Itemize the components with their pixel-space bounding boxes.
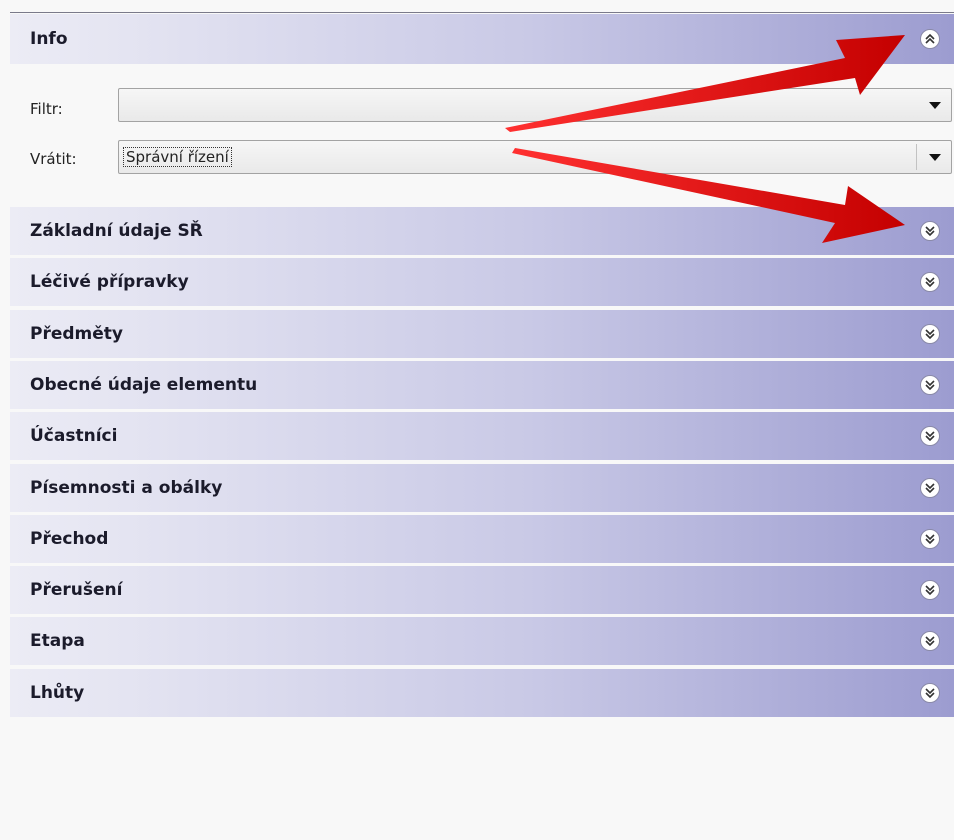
section-header[interactable]: Lhůty xyxy=(10,669,954,717)
info-section-header[interactable]: Info xyxy=(10,14,954,64)
section-title: Přechod xyxy=(30,529,109,549)
chevron-down-double-icon[interactable] xyxy=(920,272,940,292)
section-header[interactable]: Účastníci xyxy=(10,412,954,460)
section-title: Písemnosti a obálky xyxy=(30,478,223,498)
section-title: Účastníci xyxy=(30,426,118,446)
chevron-down-double-icon[interactable] xyxy=(920,529,940,549)
return-dropdown[interactable]: Správní řízení xyxy=(118,140,952,174)
section-header[interactable]: Základní údaje SŘ xyxy=(10,207,954,255)
section-title: Etapa xyxy=(30,631,85,651)
section-header[interactable]: Přerušení xyxy=(10,566,954,614)
section-header[interactable]: Etapa xyxy=(10,617,954,665)
panel-top-border xyxy=(10,12,954,13)
section-header[interactable]: Přechod xyxy=(10,515,954,563)
return-value: Správní řízení xyxy=(123,147,232,167)
chevron-down-double-icon[interactable] xyxy=(920,478,940,498)
chevron-down-double-icon[interactable] xyxy=(920,580,940,600)
section-header[interactable]: Písemnosti a obálky xyxy=(10,464,954,512)
section-title: Přerušení xyxy=(30,580,123,600)
section-header[interactable]: Předměty xyxy=(10,310,954,358)
filter-label: Filtr: xyxy=(30,100,63,118)
info-section-title: Info xyxy=(30,29,68,49)
section-title: Lhůty xyxy=(30,683,85,703)
chevron-down-double-icon[interactable] xyxy=(920,683,940,703)
section-header[interactable]: Obecné údaje elementu xyxy=(10,361,954,409)
filter-dropdown[interactable] xyxy=(118,88,952,122)
chevron-down-double-icon[interactable] xyxy=(920,426,940,446)
info-section-body: Filtr: Vrátit: Správní řízení xyxy=(10,64,954,204)
section-title: Předměty xyxy=(30,324,123,344)
chevron-down-double-icon[interactable] xyxy=(920,324,940,344)
return-label: Vrátit: xyxy=(30,150,77,168)
chevron-down-double-icon[interactable] xyxy=(920,631,940,651)
chevron-down-double-icon[interactable] xyxy=(920,375,940,395)
section-header[interactable]: Léčivé přípravky xyxy=(10,258,954,306)
dropdown-separator xyxy=(916,144,917,170)
section-title: Obecné údaje elementu xyxy=(30,375,258,395)
chevron-down-double-icon[interactable] xyxy=(920,221,940,241)
dropdown-arrow-icon[interactable] xyxy=(929,102,941,109)
section-title: Léčivé přípravky xyxy=(30,272,189,292)
section-title: Základní údaje SŘ xyxy=(30,221,203,241)
chevron-up-double-icon[interactable] xyxy=(920,29,940,49)
dropdown-arrow-icon[interactable] xyxy=(929,154,941,161)
